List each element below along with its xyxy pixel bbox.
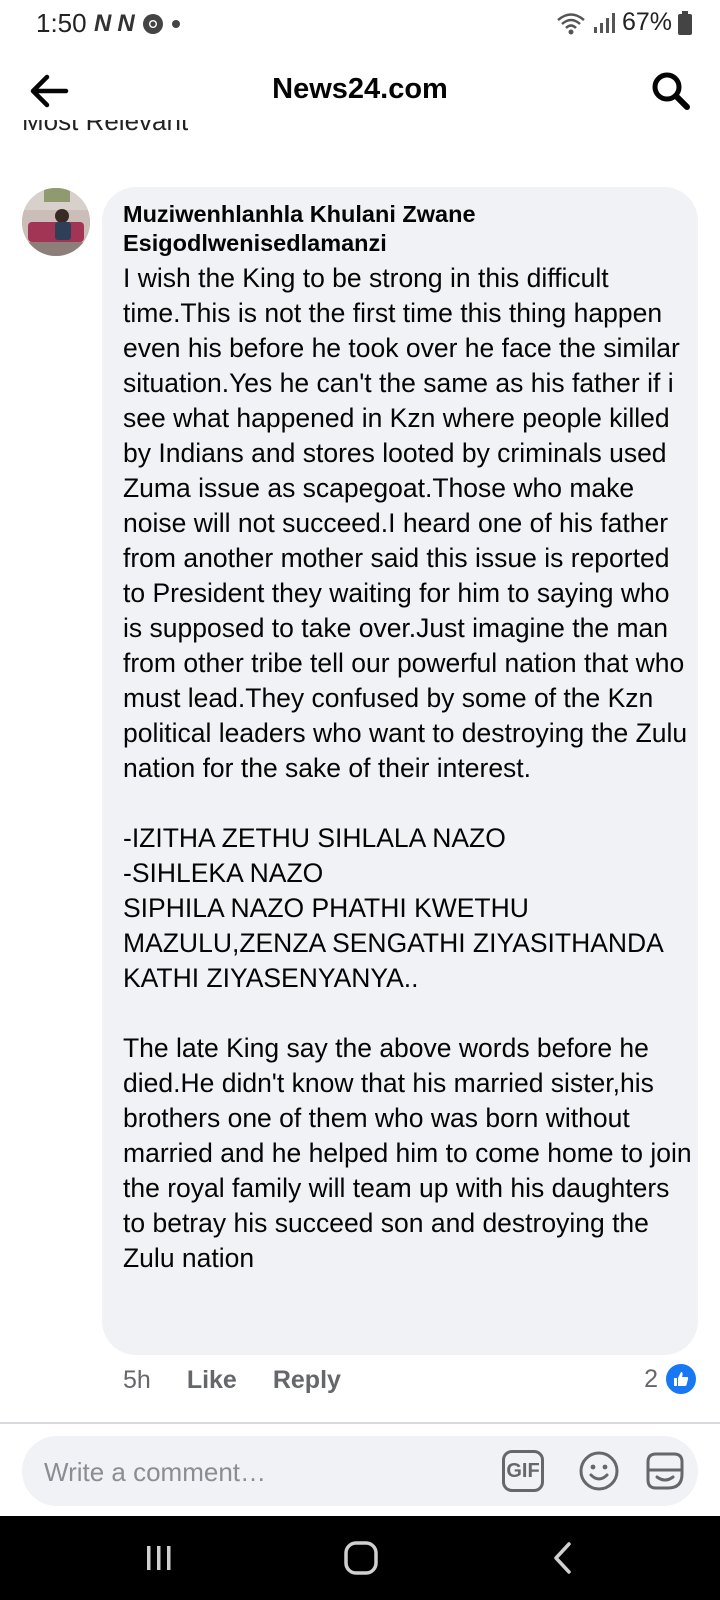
comment-actions: 5h Like Reply	[123, 1366, 377, 1395]
wifi-icon	[557, 12, 585, 34]
home-button[interactable]	[336, 1536, 386, 1580]
home-icon	[344, 1541, 378, 1575]
news24-notification-icon: N	[94, 10, 112, 37]
reply-button[interactable]: Reply	[273, 1366, 341, 1395]
divider	[0, 1422, 720, 1424]
profile-photo	[22, 188, 90, 256]
like-reaction-icon	[664, 1362, 698, 1396]
comment-text: I wish the King to be strong in this dif…	[123, 263, 692, 1273]
system-back-button[interactable]	[538, 1536, 588, 1580]
comment-input[interactable]	[42, 1436, 466, 1508]
comment-composer: GIF	[22, 1436, 698, 1508]
recent-apps-icon	[147, 1546, 171, 1570]
emoji-button[interactable]	[576, 1448, 622, 1494]
commenter-avatar[interactable]	[22, 188, 90, 256]
search-icon	[652, 72, 690, 110]
reaction-summary[interactable]: 2	[644, 1362, 698, 1396]
sort-label-partial[interactable]: Most Relevant	[22, 120, 188, 138]
sticker-button[interactable]	[642, 1448, 688, 1494]
news24-notification-icon-2: N	[117, 10, 135, 37]
author-name-line2[interactable]: Esigodlwenisedlamanzi	[123, 229, 683, 258]
signal-icon	[593, 12, 615, 33]
search-button[interactable]	[648, 68, 694, 114]
chrome-notification-icon	[142, 14, 163, 34]
comment-time[interactable]: 5h	[123, 1366, 151, 1395]
notification-icons: N N	[94, 10, 181, 38]
comment-author[interactable]: Muziwenhlanhla Khulani Zwane Esigodlweni…	[123, 200, 683, 258]
recent-apps-button[interactable]	[134, 1536, 184, 1580]
sticker-icon	[646, 1452, 684, 1490]
dot-icon	[171, 20, 180, 28]
status-bar: 1:50 N N 67%	[0, 0, 720, 46]
reaction-count: 2	[644, 1364, 658, 1393]
page-title: News24.com	[272, 73, 448, 105]
status-time: 1:50	[36, 8, 87, 38]
chevron-left-icon	[554, 1542, 571, 1574]
battery-icon	[678, 10, 692, 35]
like-button[interactable]: Like	[187, 1366, 237, 1395]
status-right: 67%	[556, 8, 692, 37]
battery-percent: 67%	[621, 8, 672, 36]
author-name[interactable]: Muziwenhlanhla Khulani Zwane	[123, 200, 683, 229]
gif-label: GIF	[506, 1459, 540, 1482]
system-nav-bar	[0, 1516, 720, 1600]
gif-button[interactable]: GIF	[502, 1450, 544, 1492]
smiley-icon	[579, 1451, 619, 1491]
